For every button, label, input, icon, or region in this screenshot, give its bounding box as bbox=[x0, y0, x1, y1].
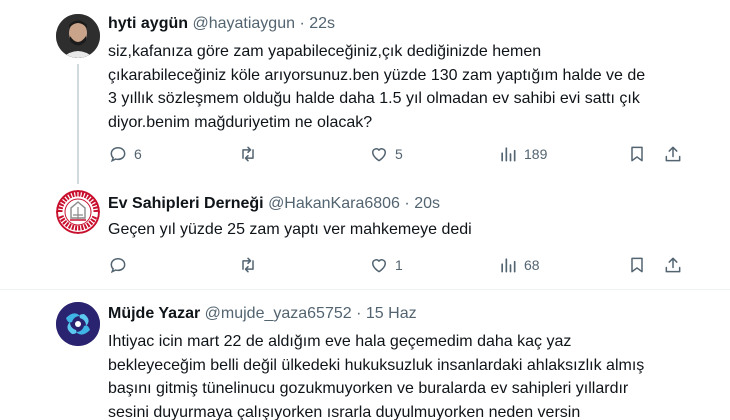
reply-button[interactable]: 6 bbox=[108, 142, 142, 166]
reply-button[interactable] bbox=[108, 253, 134, 277]
thread-line bbox=[77, 64, 79, 184]
share-button[interactable] bbox=[663, 253, 683, 277]
tweet-text-line: çıkarabileceğiniz köle arıyorsunuz.ben y… bbox=[108, 66, 646, 84]
author-handle[interactable]: @HakanKara6806 bbox=[268, 195, 400, 212]
tweet-text: siz,kafanıza göre zam yapabileceğiniz,çı… bbox=[108, 40, 645, 134]
tweet-text-line: 3 yıllık sözleşmem olduğu halde daha 1.5… bbox=[108, 90, 640, 107]
like-button[interactable]: 1 bbox=[369, 253, 403, 277]
reply-count: 6 bbox=[134, 146, 142, 162]
tweet-header: hyti aygün @hayatiaygun · 22s bbox=[108, 14, 335, 34]
separator-dot: · bbox=[299, 15, 305, 32]
tweet-actions: 6 5 189 bbox=[108, 142, 688, 166]
views-button[interactable]: 68 bbox=[498, 253, 540, 277]
bookmark-icon bbox=[631, 257, 643, 273]
share-icon bbox=[665, 146, 681, 162]
tweet-time[interactable]: 20s bbox=[414, 195, 440, 212]
bookmark-button[interactable] bbox=[627, 142, 647, 166]
tweet-header: Müjde Yazar @mujde_yaza65752 · 15 Haz bbox=[108, 304, 417, 324]
abstract-logo-icon bbox=[56, 302, 100, 346]
tweet-actions: 1 68 bbox=[108, 253, 688, 277]
bookmark-icon bbox=[631, 146, 643, 162]
avatar-evsahiplerdernegi[interactable] bbox=[56, 190, 100, 234]
author-handle[interactable]: @mujde_yaza65752 bbox=[205, 305, 352, 322]
tweet-text-line: bekleyeceğim belli değil ülkedeki hukuks… bbox=[108, 356, 645, 374]
separator-dot: · bbox=[404, 195, 410, 212]
association-logo-icon bbox=[56, 190, 100, 234]
tweet-3: Müjde Yazar @mujde_yaza65752 · 15 Haz Ih… bbox=[0, 290, 730, 420]
author-handle[interactable]: @hayatiaygun bbox=[192, 15, 295, 32]
views-button[interactable]: 189 bbox=[498, 142, 547, 166]
views-icon bbox=[501, 147, 516, 162]
tweet-text-line: Ihtiyac icin mart 22 de aldığım eve hala… bbox=[108, 333, 572, 350]
tweet-header: Ev Sahipleri Derneği @HakanKara6806 · 20… bbox=[108, 194, 440, 214]
avatar-mujdeyazar[interactable] bbox=[56, 302, 100, 346]
tweet-text-line: sesini duyurmaya çalışıyorken ısrarla du… bbox=[108, 403, 581, 420]
author-name[interactable]: Müjde Yazar bbox=[108, 305, 200, 322]
share-button[interactable] bbox=[663, 142, 683, 166]
avatar-hayatiaygun[interactable] bbox=[56, 14, 100, 58]
tweet-text-line: siz,kafanıza göre zam yapabileceğiniz,çı… bbox=[108, 43, 542, 60]
retweet-button[interactable] bbox=[238, 142, 264, 166]
views-icon bbox=[501, 258, 516, 273]
user-photo-icon bbox=[56, 14, 100, 58]
like-button[interactable]: 5 bbox=[369, 142, 403, 166]
views-count: 189 bbox=[524, 146, 548, 162]
views-count: 68 bbox=[524, 257, 540, 273]
tweet-text: Geçen yıl yüzde 25 zam yaptı ver mahkeme… bbox=[108, 218, 472, 242]
retweet-button[interactable] bbox=[238, 253, 264, 277]
tweet-text-line: diyor.benim mağduriyetim ne olacak? bbox=[108, 113, 373, 131]
tweet-text: Ihtiyac icin mart 22 de aldığım eve hala… bbox=[108, 330, 644, 420]
like-count: 1 bbox=[395, 257, 403, 273]
tweet-text-line: başını gitmiş tünelinucu gozukmuyorken v… bbox=[108, 380, 629, 397]
separator-dot: · bbox=[356, 305, 362, 322]
like-count: 5 bbox=[395, 146, 403, 162]
like-icon bbox=[372, 148, 386, 162]
retweet-icon bbox=[242, 257, 254, 273]
author-name[interactable]: Ev Sahipleri Derneği bbox=[108, 195, 264, 212]
share-icon bbox=[665, 257, 681, 273]
tweet-text-line: Geçen yıl yüzde 25 zam yaptı ver mahkeme… bbox=[108, 221, 472, 238]
tweet-2: Ev Sahipleri Derneği @HakanKara6806 · 20… bbox=[0, 180, 730, 288]
tweet-time[interactable]: 22s bbox=[309, 15, 335, 32]
tweet-time[interactable]: 15 Haz bbox=[366, 305, 417, 322]
bookmark-button[interactable] bbox=[627, 253, 647, 277]
reply-icon bbox=[110, 146, 126, 163]
retweet-icon bbox=[242, 146, 254, 162]
reply-icon bbox=[110, 257, 126, 274]
like-icon bbox=[372, 259, 386, 273]
tweet-1: hyti aygün @hayatiaygun · 22s siz,kafanı… bbox=[0, 0, 730, 184]
author-name[interactable]: hyti aygün bbox=[108, 15, 188, 32]
